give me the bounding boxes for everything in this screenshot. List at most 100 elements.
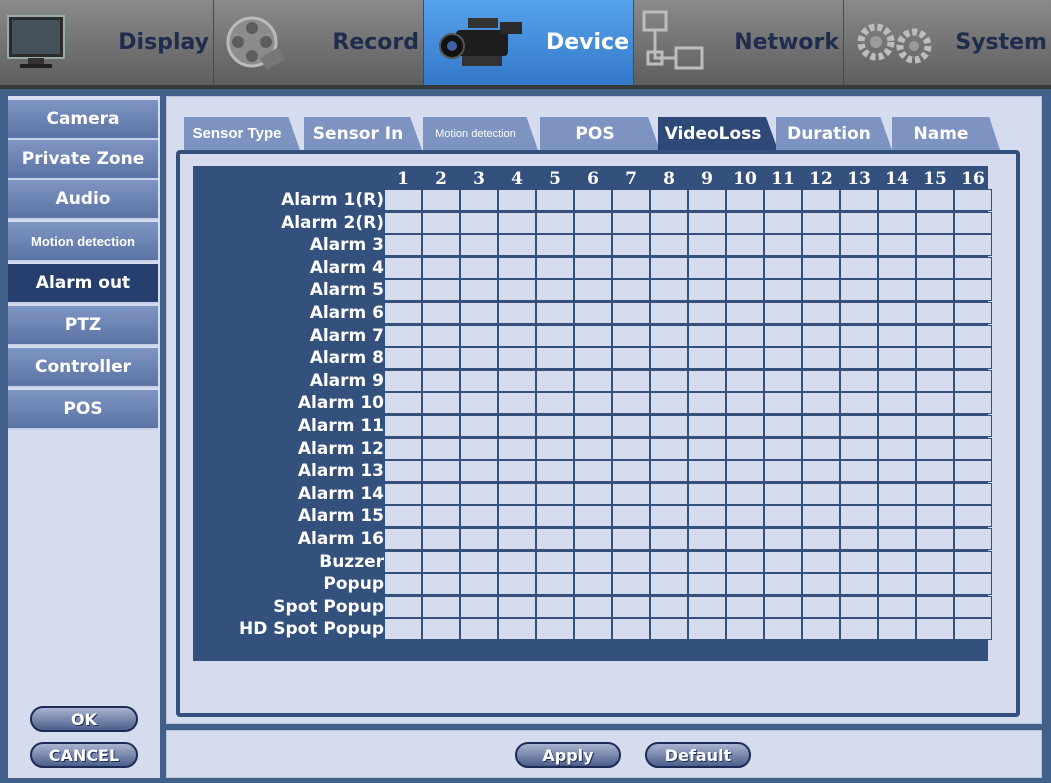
- alarm-cell[interactable]: [954, 460, 992, 482]
- alarm-cell[interactable]: [916, 618, 954, 640]
- alarm-cell[interactable]: [840, 302, 878, 324]
- alarm-cell[interactable]: [802, 257, 840, 279]
- ok-button[interactable]: OK: [30, 706, 138, 732]
- alarm-cell[interactable]: [650, 347, 688, 369]
- alarm-cell[interactable]: [650, 505, 688, 527]
- alarm-cell[interactable]: [460, 302, 498, 324]
- alarm-cell[interactable]: [916, 279, 954, 301]
- alarm-cell[interactable]: [916, 212, 954, 234]
- alarm-cell[interactable]: [878, 325, 916, 347]
- alarm-cell[interactable]: [840, 392, 878, 414]
- alarm-cell[interactable]: [802, 528, 840, 550]
- alarm-cell[interactable]: [536, 438, 574, 460]
- sidebar-item-alarm-out[interactable]: Alarm out: [8, 264, 158, 304]
- alarm-cell[interactable]: [840, 596, 878, 618]
- alarm-cell[interactable]: [384, 596, 422, 618]
- alarm-cell[interactable]: [422, 279, 460, 301]
- alarm-cell[interactable]: [878, 528, 916, 550]
- alarm-cell[interactable]: [764, 596, 802, 618]
- alarm-cell[interactable]: [688, 279, 726, 301]
- alarm-cell[interactable]: [878, 370, 916, 392]
- alarm-cell[interactable]: [460, 551, 498, 573]
- alarm-cell[interactable]: [802, 573, 840, 595]
- alarm-cell[interactable]: [574, 573, 612, 595]
- alarm-cell[interactable]: [650, 234, 688, 256]
- alarm-cell[interactable]: [802, 347, 840, 369]
- alarm-cell[interactable]: [688, 483, 726, 505]
- alarm-cell[interactable]: [764, 347, 802, 369]
- alarm-cell[interactable]: [726, 528, 764, 550]
- alarm-cell[interactable]: [802, 234, 840, 256]
- alarm-cell[interactable]: [612, 460, 650, 482]
- default-button[interactable]: Default: [645, 742, 751, 768]
- alarm-cell[interactable]: [840, 370, 878, 392]
- alarm-cell[interactable]: [574, 392, 612, 414]
- alarm-cell[interactable]: [498, 551, 536, 573]
- alarm-cell[interactable]: [916, 302, 954, 324]
- menu-network[interactable]: Network: [634, 0, 844, 85]
- alarm-cell[interactable]: [650, 189, 688, 211]
- alarm-cell[interactable]: [916, 483, 954, 505]
- alarm-cell[interactable]: [650, 370, 688, 392]
- alarm-cell[interactable]: [688, 573, 726, 595]
- alarm-cell[interactable]: [498, 325, 536, 347]
- alarm-cell[interactable]: [954, 618, 992, 640]
- alarm-cell[interactable]: [688, 528, 726, 550]
- alarm-cell[interactable]: [422, 438, 460, 460]
- alarm-cell[interactable]: [764, 234, 802, 256]
- alarm-cell[interactable]: [688, 460, 726, 482]
- alarm-cell[interactable]: [878, 483, 916, 505]
- alarm-cell[interactable]: [460, 438, 498, 460]
- alarm-cell[interactable]: [384, 415, 422, 437]
- alarm-cell[interactable]: [954, 415, 992, 437]
- alarm-cell[interactable]: [612, 325, 650, 347]
- alarm-cell[interactable]: [764, 618, 802, 640]
- alarm-cell[interactable]: [422, 460, 460, 482]
- alarm-cell[interactable]: [916, 528, 954, 550]
- alarm-cell[interactable]: [840, 189, 878, 211]
- menu-display[interactable]: Display: [0, 0, 214, 85]
- alarm-cell[interactable]: [612, 573, 650, 595]
- alarm-cell[interactable]: [498, 528, 536, 550]
- menu-device[interactable]: Device: [424, 0, 634, 85]
- alarm-cell[interactable]: [764, 279, 802, 301]
- alarm-cell[interactable]: [574, 596, 612, 618]
- alarm-cell[interactable]: [422, 596, 460, 618]
- alarm-cell[interactable]: [460, 279, 498, 301]
- alarm-cell[interactable]: [954, 573, 992, 595]
- alarm-cell[interactable]: [840, 618, 878, 640]
- alarm-cell[interactable]: [612, 212, 650, 234]
- alarm-cell[interactable]: [878, 551, 916, 573]
- alarm-cell[interactable]: [650, 257, 688, 279]
- alarm-cell[interactable]: [954, 483, 992, 505]
- alarm-cell[interactable]: [916, 460, 954, 482]
- alarm-cell[interactable]: [954, 212, 992, 234]
- alarm-cell[interactable]: [498, 257, 536, 279]
- alarm-cell[interactable]: [612, 415, 650, 437]
- alarm-cell[interactable]: [840, 279, 878, 301]
- alarm-cell[interactable]: [954, 596, 992, 618]
- alarm-cell[interactable]: [954, 234, 992, 256]
- sidebar-item-audio[interactable]: Audio: [8, 180, 158, 220]
- alarm-cell[interactable]: [498, 460, 536, 482]
- alarm-cell[interactable]: [802, 325, 840, 347]
- alarm-cell[interactable]: [460, 189, 498, 211]
- alarm-cell[interactable]: [954, 370, 992, 392]
- alarm-cell[interactable]: [460, 257, 498, 279]
- alarm-cell[interactable]: [536, 505, 574, 527]
- alarm-cell[interactable]: [612, 596, 650, 618]
- alarm-cell[interactable]: [536, 257, 574, 279]
- alarm-cell[interactable]: [574, 618, 612, 640]
- alarm-cell[interactable]: [612, 551, 650, 573]
- alarm-cell[interactable]: [726, 618, 764, 640]
- alarm-cell[interactable]: [954, 505, 992, 527]
- alarm-cell[interactable]: [802, 392, 840, 414]
- alarm-cell[interactable]: [916, 347, 954, 369]
- alarm-cell[interactable]: [650, 325, 688, 347]
- alarm-cell[interactable]: [726, 302, 764, 324]
- alarm-cell[interactable]: [384, 551, 422, 573]
- alarm-cell[interactable]: [954, 392, 992, 414]
- tab-sensor-type[interactable]: Sensor Type: [184, 117, 300, 150]
- alarm-cell[interactable]: [688, 392, 726, 414]
- alarm-cell[interactable]: [764, 551, 802, 573]
